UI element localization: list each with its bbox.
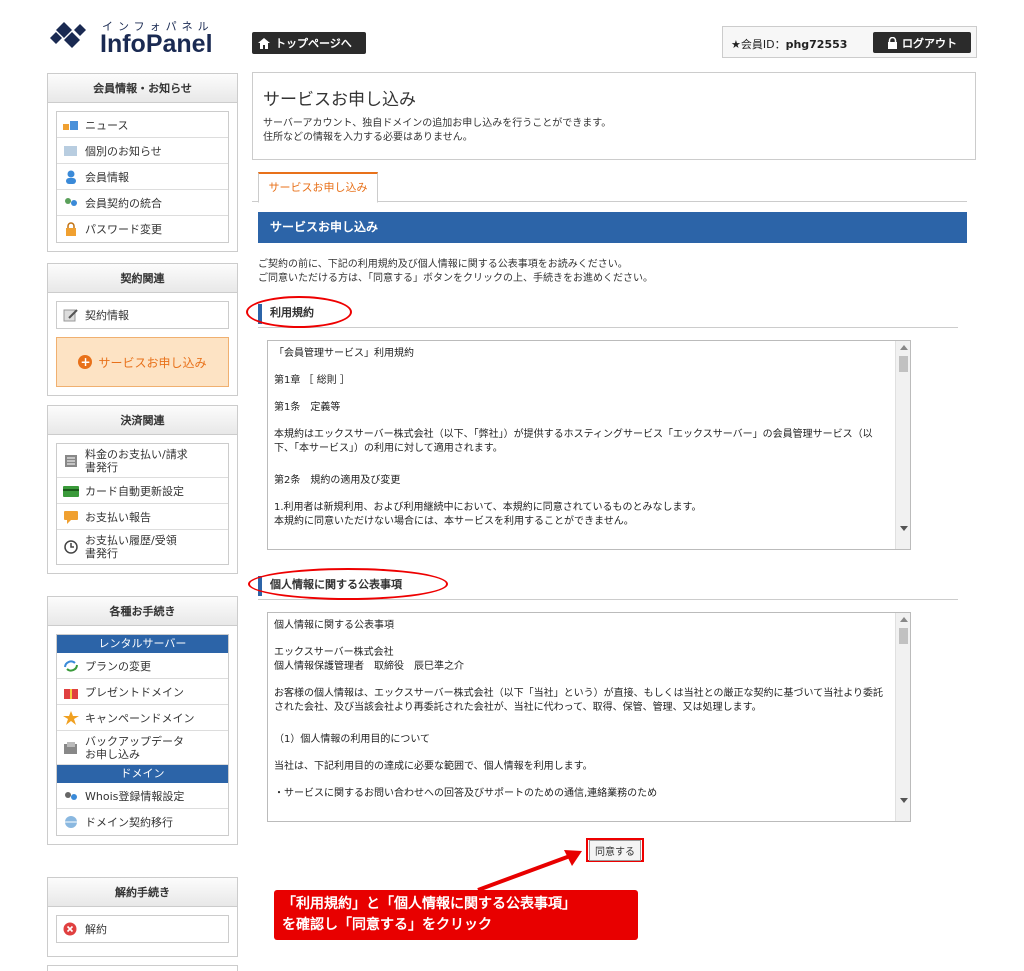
sidebar-member-title: 会員情報・お知らせ bbox=[48, 74, 237, 103]
chat-icon bbox=[64, 510, 78, 524]
sidebar-item-service-apply[interactable]: + サービスお申し込み bbox=[56, 337, 229, 387]
sidebar-contract-panel: 契約関連 契約情報 + サービスお申し込み bbox=[47, 263, 238, 396]
agree-button[interactable]: 同意する bbox=[589, 839, 641, 861]
logout-label: ログアウト bbox=[902, 36, 957, 50]
star-icon bbox=[63, 710, 79, 725]
instruction-callout: 「利用規約」と「個人情報に関する公表事項」 を確認し「同意する」をクリック bbox=[274, 890, 638, 940]
sidebar-item-merge[interactable]: 会員契約の統合 bbox=[57, 190, 228, 216]
gift-icon bbox=[64, 688, 78, 699]
sidebar-procedures-title: 各種お手続き bbox=[48, 597, 237, 626]
logo-diamonds-icon bbox=[50, 22, 86, 48]
news-icon bbox=[63, 120, 78, 130]
page-title: サービスお申し込み bbox=[263, 90, 416, 110]
sidebar-cancel-panel: 解約手続き 解約 bbox=[47, 877, 238, 957]
intro-text: ご契約の前に、下記の利用規約及び個人情報に関する公表事項をお読みください。 ご同… bbox=[258, 259, 653, 284]
agree-button-highlight: 同意する bbox=[586, 838, 644, 862]
main-content: サービスお申し込み サーバーアカウント、独自ドメインの追加お申し込みを行うことが… bbox=[252, 72, 976, 822]
top-page-label: トップページへ bbox=[275, 37, 352, 50]
sidebar-cancel-title: 解約手続き bbox=[48, 878, 237, 907]
sidebar-member-panel: 会員情報・お知らせ ニュース 個別のお知らせ 会員情報 会員契約の統合 パスワー… bbox=[47, 73, 238, 252]
logo-name: InfoPanel bbox=[100, 30, 213, 58]
sidebar-item-card-renewal[interactable]: カード自動更新設定 bbox=[57, 478, 228, 504]
sidebar-item-notices[interactable]: 個別のお知らせ bbox=[57, 138, 228, 164]
sidebar-item-contract-info[interactable]: 契約情報 bbox=[57, 302, 228, 328]
backup-icon bbox=[64, 741, 77, 754]
message-icon bbox=[64, 145, 77, 156]
sidebar-item-payment-history[interactable]: お支払い履歴/受領書発行 bbox=[57, 530, 228, 564]
top-page-button[interactable]: トップページへ bbox=[252, 32, 366, 54]
sidebar-item-cancel[interactable]: 解約 bbox=[57, 916, 228, 942]
sidebar-item-payment-report[interactable]: お支払い報告 bbox=[57, 504, 228, 530]
plus-circle-icon: + bbox=[78, 355, 93, 369]
sidebar-next-panel bbox=[47, 965, 238, 971]
terms-heading: 利用規約 bbox=[258, 302, 958, 328]
sidebar-item-member-info[interactable]: 会員情報 bbox=[57, 164, 228, 190]
users-merge-icon bbox=[65, 197, 77, 206]
privacy-textarea[interactable]: 個人情報に関する公表事項 エックスサーバー株式会社 個人情報保護管理者 取締役 … bbox=[267, 612, 911, 822]
sidebar-item-backup[interactable]: バックアップデータお申し込み bbox=[57, 731, 228, 765]
sidebar-item-campaign-domain[interactable]: キャンペーンドメイン bbox=[57, 705, 228, 731]
page-header-box: サービスお申し込み サーバーアカウント、独自ドメインの追加お申し込みを行うことが… bbox=[252, 72, 976, 160]
page-desc-2: 住所などの情報を入力する必要はありません。 bbox=[263, 132, 473, 143]
privacy-highlight-ellipse bbox=[248, 568, 448, 600]
sidebar-procedures-panel: 各種お手続き レンタルサーバー プランの変更 プレゼントドメイン キャンペーンド… bbox=[47, 596, 238, 845]
tab-service-apply[interactable]: サービスお申し込み bbox=[258, 172, 378, 203]
credit-card-icon bbox=[63, 485, 79, 497]
refresh-arrows-icon bbox=[64, 659, 78, 672]
member-id: ★会員ID：phg72553 bbox=[731, 38, 848, 51]
privacy-scrollbar[interactable] bbox=[895, 613, 910, 821]
document-pen-icon bbox=[63, 309, 78, 322]
user-icon bbox=[66, 170, 76, 184]
sidebar-payment-title: 決済関連 bbox=[48, 406, 237, 435]
clock-icon bbox=[64, 540, 78, 554]
infopanel-logo[interactable]: インフォパネル InfoPanel bbox=[50, 18, 230, 58]
sidebar-item-plan-change[interactable]: プランの変更 bbox=[57, 653, 228, 679]
sidebar-contract-title: 契約関連 bbox=[48, 264, 237, 293]
logout-button[interactable]: ログアウト bbox=[873, 32, 971, 53]
sidebar-item-domain-transfer[interactable]: ドメイン契約移行 bbox=[57, 809, 228, 835]
sidebar-item-present-domain[interactable]: プレゼントドメイン bbox=[57, 679, 228, 705]
arrow-annotation-icon bbox=[477, 850, 582, 892]
sidebar-item-payment[interactable]: 料金のお支払い/請求書発行 bbox=[57, 444, 228, 478]
sidebar-item-news[interactable]: ニュース bbox=[57, 112, 228, 138]
sidebar-payment-panel: 決済関連 料金のお支払い/請求書発行 カード自動更新設定 お支払い報告 お支払い… bbox=[47, 405, 238, 574]
terms-scrollbar[interactable] bbox=[895, 341, 910, 549]
cancel-x-icon bbox=[63, 922, 77, 936]
terms-highlight-ellipse bbox=[246, 296, 352, 328]
lock-icon bbox=[888, 36, 897, 49]
globe-transfer-icon bbox=[65, 816, 77, 828]
member-box: ★会員ID：phg72553 ログアウト bbox=[722, 26, 977, 58]
domain-subheader: ドメイン bbox=[57, 765, 228, 783]
terms-textarea[interactable]: 「会員管理サービス」利用規約 第1章 ［ 総則 ］ 第1条 定義等 本規約はエッ… bbox=[267, 340, 911, 550]
page-desc-1: サーバーアカウント、独自ドメインの追加お申し込みを行うことができます。 bbox=[263, 118, 612, 129]
whois-icon bbox=[65, 791, 77, 800]
sidebar-item-password[interactable]: パスワード変更 bbox=[57, 216, 228, 242]
section-header: サービスお申し込み bbox=[258, 212, 967, 243]
rental-server-subheader: レンタルサーバー bbox=[57, 635, 228, 653]
invoice-icon bbox=[65, 454, 77, 467]
home-icon bbox=[258, 37, 270, 49]
tab-row: サービスお申し込み bbox=[252, 172, 967, 203]
lock-icon bbox=[66, 222, 76, 236]
sidebar-item-whois[interactable]: Whois登録情報設定 bbox=[57, 783, 228, 809]
